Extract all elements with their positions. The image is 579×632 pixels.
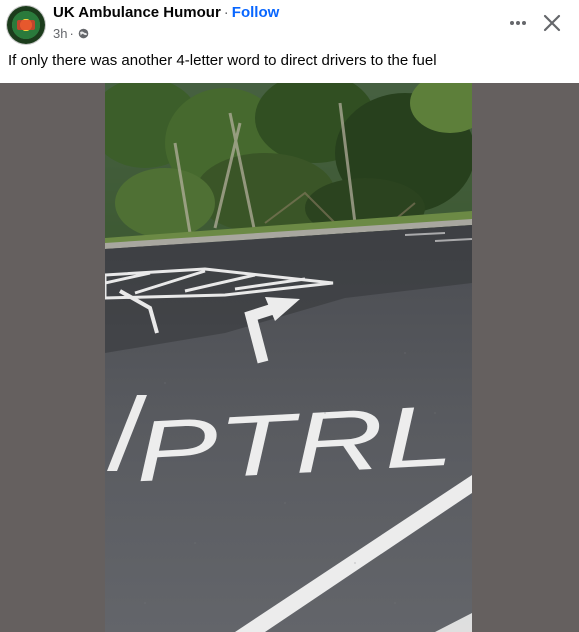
- follow-button[interactable]: Follow: [232, 4, 280, 21]
- post-caption: If only there was another 4-letter word …: [8, 52, 437, 69]
- post-timestamp[interactable]: 3h: [53, 26, 67, 41]
- more-horizontal-icon[interactable]: [505, 12, 531, 34]
- globe-icon: [78, 28, 89, 39]
- post-header: UK Ambulance Humour · Follow 3h ·: [0, 0, 579, 48]
- road-photo: PTRL: [105, 83, 472, 632]
- road-marking-text: PTRL: [133, 388, 456, 501]
- post-media[interactable]: PTRL: [0, 83, 579, 632]
- author-row: UK Ambulance Humour · Follow: [53, 4, 279, 21]
- post-meta: 3h ·: [53, 26, 89, 41]
- name-separator: ·: [223, 4, 229, 21]
- close-icon[interactable]: [541, 12, 563, 34]
- page-avatar[interactable]: [7, 6, 45, 44]
- author-name[interactable]: UK Ambulance Humour: [53, 4, 221, 21]
- meta-separator: ·: [69, 26, 74, 41]
